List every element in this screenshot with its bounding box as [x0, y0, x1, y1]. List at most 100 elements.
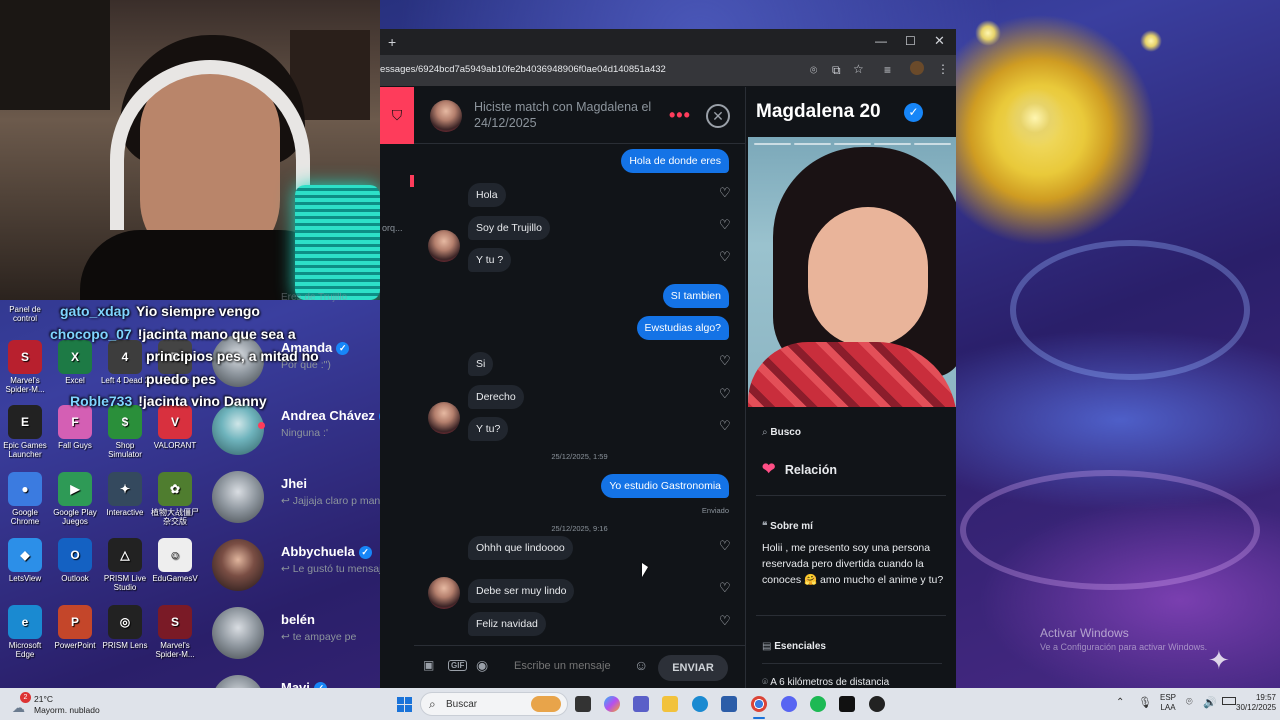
message-input[interactable]: [514, 660, 634, 672]
language-indicator[interactable]: ESP LAA: [1160, 693, 1176, 713]
emoji-icon[interactable]: ☺: [634, 657, 648, 673]
desktop-icon-label: Epic Games Launcher: [3, 441, 47, 459]
sent-message[interactable]: SI tambien: [662, 284, 729, 308]
desktop-icon[interactable]: ◆ LetsView: [0, 538, 50, 583]
like-heart-icon[interactable]: ♡: [719, 217, 731, 233]
desktop-icon[interactable]: ✦ Interactive: [100, 472, 150, 517]
sent-message[interactable]: Hola de donde eres: [621, 149, 729, 173]
close-chat-button[interactable]: ✕: [706, 104, 730, 128]
received-message[interactable]: Debe ser muy lindo: [468, 579, 575, 603]
like-heart-icon[interactable]: ♡: [719, 538, 731, 554]
profile-avatar-icon[interactable]: [910, 61, 924, 75]
store-icon[interactable]: [721, 696, 737, 712]
received-message[interactable]: Derecho: [468, 385, 524, 409]
teams-icon[interactable]: [633, 696, 649, 712]
spotify-icon[interactable]: [810, 696, 826, 712]
chat-options-menu[interactable]: •••: [669, 105, 691, 126]
spotify-icon[interactable]: ◉: [476, 657, 488, 674]
received-message[interactable]: Soy de Trujillo: [468, 216, 550, 240]
task-view-icon[interactable]: [575, 696, 591, 712]
like-heart-icon[interactable]: ♡: [719, 249, 731, 265]
received-message[interactable]: Y tu?: [468, 417, 509, 441]
like-heart-icon[interactable]: ♡: [719, 613, 731, 629]
painting-star: [975, 20, 1001, 46]
more-menu-icon[interactable]: ⋮: [937, 62, 949, 76]
desktop-icon[interactable]: S Marvel's Spider-M...: [150, 605, 200, 659]
media-icon[interactable]: ≡: [884, 63, 891, 77]
discord-icon[interactable]: [781, 696, 797, 712]
url-text[interactable]: essages/6924bcd7a5949ab10fe2b4036948906f…: [380, 64, 666, 75]
desktop-icon-label: Marvel's Spider-M...: [155, 641, 195, 659]
obs-icon[interactable]: [869, 696, 885, 712]
location-icon[interactable]: ⌾: [810, 63, 817, 78]
sender-avatar[interactable]: [428, 402, 460, 434]
stream-chat-line: chocopo_07 !jacinta mano que sea a: [50, 323, 380, 346]
desktop-icon[interactable]: △ PRISM Live Studio: [100, 538, 150, 592]
sender-avatar[interactable]: [428, 230, 460, 262]
desktop-icon[interactable]: ☺ EduGamesV: [150, 538, 200, 583]
gif-button[interactable]: GIF: [448, 660, 468, 671]
desktop-icon[interactable]: O Outlook: [50, 538, 100, 583]
chat-message: !jacinta vino Danny: [138, 393, 267, 409]
match-list-item[interactable]: Abbychuela ✓ ↩ Le gustó tu mensaje: [195, 534, 405, 594]
edge-icon[interactable]: [692, 696, 708, 712]
copilot-icon[interactable]: [604, 696, 620, 712]
photo-face: [808, 207, 928, 347]
received-message[interactable]: Hola: [468, 183, 506, 207]
divider: [756, 615, 946, 616]
match-name-text: belén: [281, 612, 315, 627]
volume-icon[interactable]: 🔊: [1203, 696, 1217, 709]
clock[interactable]: 19:57 30/12/2025: [1236, 693, 1276, 713]
photo-pagination[interactable]: [754, 143, 951, 145]
desktop-icon-label: 植物大战僵尸杂交版: [151, 508, 199, 526]
maximize-icon[interactable]: ☐: [905, 34, 916, 48]
painting-swirl: [1010, 240, 1250, 380]
send-button[interactable]: ENVIAR: [658, 655, 728, 681]
cast-icon[interactable]: ⧉: [832, 63, 841, 78]
battery-icon[interactable]: [1222, 697, 1236, 705]
new-tab-button[interactable]: +: [388, 34, 396, 50]
like-heart-icon[interactable]: ♡: [719, 580, 731, 596]
file-explorer-icon[interactable]: [662, 696, 678, 712]
desktop-icon[interactable]: ✿ 植物大战僵尸杂交版: [150, 472, 200, 526]
minimize-icon[interactable]: —: [875, 34, 887, 48]
sender-avatar[interactable]: [428, 577, 460, 609]
bookmark-star-icon[interactable]: ☆: [853, 62, 864, 76]
received-message[interactable]: Feliz navidad: [468, 612, 546, 636]
match-list-item[interactable]: Jhei ↩ Jajjaja claro p mano ...: [195, 466, 405, 526]
taskbar-search[interactable]: ⌕ Buscar: [420, 692, 568, 716]
chevron-up-icon[interactable]: ⌃: [1116, 697, 1124, 708]
desktop-icon-label: EduGamesV: [152, 574, 198, 583]
desktop-icon[interactable]: ● Google Chrome: [0, 472, 50, 526]
profile-photo[interactable]: [748, 137, 956, 407]
tiktok-icon[interactable]: [839, 696, 855, 712]
microphone-icon[interactable]: 🎙: [1138, 696, 1152, 709]
match-avatar[interactable]: [430, 100, 462, 132]
network-icon[interactable]: ⌾: [1186, 696, 1193, 709]
shield-icon[interactable]: ⛉: [380, 87, 414, 144]
chrome-icon[interactable]: [751, 696, 767, 712]
weather-description: Mayorm. nublado: [34, 705, 100, 715]
like-heart-icon[interactable]: ♡: [719, 185, 731, 201]
like-heart-icon[interactable]: ♡: [719, 418, 731, 434]
search-icon: ⌕: [762, 427, 768, 438]
desktop-icon-label: Shop Simulator: [108, 441, 142, 459]
received-message[interactable]: Ohhh que lindoooo: [468, 536, 573, 560]
received-message[interactable]: Y tu ?: [468, 248, 512, 272]
desktop-icon[interactable]: ▶ Google Play Juegos: [50, 472, 100, 526]
desktop-icon[interactable]: ◎ PRISM Lens: [100, 605, 150, 650]
start-button[interactable]: [397, 697, 412, 712]
address-bar[interactable]: essages/6924bcd7a5949ab10fe2b4036948906f…: [380, 55, 956, 86]
sticker-icon[interactable]: ▣: [423, 658, 434, 672]
like-heart-icon[interactable]: ♡: [719, 386, 731, 402]
sent-message[interactable]: Ewstudias algo?: [636, 316, 729, 340]
painting-swirl: [960, 470, 1260, 590]
sent-message[interactable]: Yo estudio Gastronomia: [601, 474, 729, 498]
received-message[interactable]: Si: [468, 352, 494, 376]
desktop-icon[interactable]: e Microsoft Edge: [0, 605, 50, 659]
stream-chat-line: principios pes, a mitad no: [146, 348, 319, 364]
like-heart-icon[interactable]: ♡: [719, 353, 731, 369]
match-list-item[interactable]: belén ↩ te ampaye pe: [195, 602, 405, 662]
desktop-icon[interactable]: P PowerPoint: [50, 605, 100, 650]
close-window-icon[interactable]: ✕: [934, 33, 945, 49]
